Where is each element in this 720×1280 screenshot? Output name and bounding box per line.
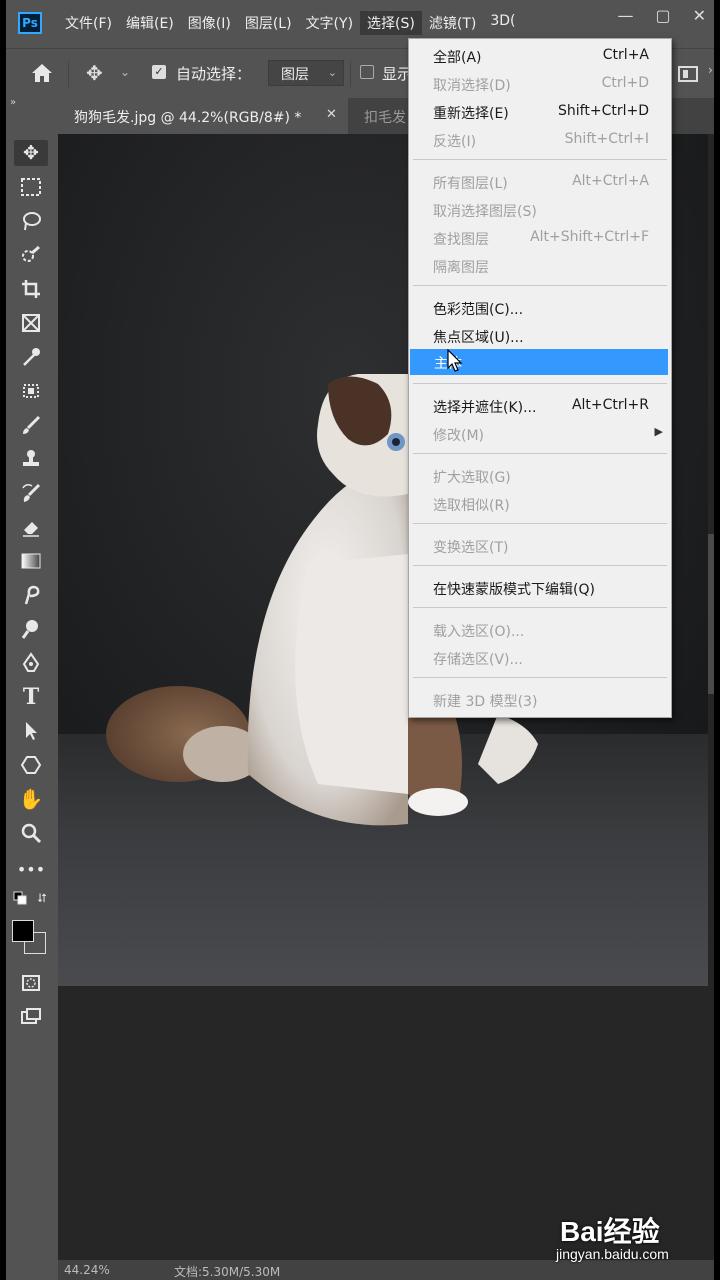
- menu-file[interactable]: 文件(F): [58, 11, 119, 35]
- document-size: 文档:5.30M/5.30M: [174, 1265, 281, 1279]
- divider: [350, 61, 351, 87]
- move-tool-icon[interactable]: ✥: [86, 61, 103, 85]
- close-button[interactable]: ✕: [693, 6, 706, 25]
- dodge-tool-icon[interactable]: [18, 616, 44, 642]
- menu-item-reselect[interactable]: 重新选择(E) Shift+Ctrl+D: [409, 99, 671, 125]
- menu-item-focus-area[interactable]: 焦点区域(U)...: [409, 323, 671, 349]
- menu-separator: [413, 285, 667, 286]
- baidu-jingyan-watermark: Bai经验 jingyan.baidu.com: [554, 1198, 714, 1268]
- vertical-scrollbar[interactable]: [708, 534, 714, 694]
- menu-edit[interactable]: 编辑(E): [119, 11, 181, 35]
- menu-item-find-layers[interactable]: 查找图层 Alt+Shift+Ctrl+F: [409, 225, 671, 251]
- auto-select-target-dropdown[interactable]: 图层 ⌄: [268, 60, 344, 86]
- pen-tool-icon[interactable]: [18, 650, 44, 676]
- collapse-panel-icon[interactable]: »: [10, 97, 16, 108]
- more-icon[interactable]: ›: [708, 63, 713, 77]
- close-icon[interactable]: ✕: [326, 107, 337, 122]
- watermark-logo: Bai经验: [560, 1216, 660, 1247]
- menu-item-color-range[interactable]: 色彩范围(C)...: [409, 295, 671, 321]
- quick-mask-icon[interactable]: [18, 970, 44, 996]
- menu-item-quick-mask[interactable]: 在快速蒙版模式下编辑(Q): [409, 575, 671, 601]
- default-colors-icon[interactable]: [12, 890, 28, 906]
- menu-item-all-layers[interactable]: 所有图层(L) Alt+Ctrl+A: [409, 169, 671, 195]
- menu-separator: [413, 383, 667, 384]
- photoshop-window: Ps 文件(F) 编辑(E) 图像(I) 图层(L) 文字(Y) 选择(S) 滤…: [6, 0, 714, 1280]
- menu-item-new-3d-model[interactable]: 新建 3D 模型(3): [409, 687, 671, 713]
- menu-select[interactable]: 选择(S): [360, 11, 422, 35]
- auto-select-checkbox[interactable]: ✓: [152, 65, 166, 79]
- mouse-cursor-icon: [447, 349, 463, 372]
- type-tool-icon[interactable]: T: [18, 684, 44, 710]
- path-selection-tool-icon[interactable]: [18, 718, 44, 744]
- menu-separator: [413, 565, 667, 566]
- menu-type[interactable]: 文字(Y): [299, 11, 360, 35]
- submenu-arrow-icon: ▶: [654, 425, 663, 438]
- menu-item-inverse[interactable]: 反选(I) Shift+Ctrl+I: [409, 127, 671, 153]
- menu-item-save-selection[interactable]: 存储选区(V)...: [409, 645, 671, 671]
- maximize-button[interactable]: ▢: [655, 6, 670, 25]
- menu-separator: [413, 523, 667, 524]
- zoom-level[interactable]: 44.24%: [64, 1263, 110, 1277]
- menu-3d[interactable]: 3D(: [483, 11, 522, 35]
- menu-separator: [413, 159, 667, 160]
- hand-tool-icon[interactable]: ✋: [18, 786, 44, 812]
- tab-label: 扣毛发: [364, 110, 406, 126]
- menu-filter[interactable]: 滤镜(T): [422, 11, 483, 35]
- clone-stamp-tool-icon[interactable]: [18, 446, 44, 472]
- quick-selection-tool-icon[interactable]: [18, 242, 44, 268]
- menu-item-select-and-mask[interactable]: 选择并遮住(K)... Alt+Ctrl+R: [409, 393, 671, 419]
- marquee-tool-icon[interactable]: [18, 174, 44, 200]
- divider: [68, 61, 69, 87]
- tools-panel: ✥ T ✋ ••• ⮃: [6, 134, 58, 1280]
- panel-layout-icon[interactable]: [678, 66, 698, 82]
- select-menu-dropdown: 全部(A) Ctrl+A 取消选择(D) Ctrl+D 重新选择(E) Shift+C…: [408, 38, 672, 718]
- home-icon[interactable]: [30, 62, 54, 84]
- tab-document-active[interactable]: 狗狗毛发.jpg @ 44.2%(RGB/8#) * ✕: [58, 98, 348, 134]
- chevron-down-icon[interactable]: ⌄: [120, 65, 130, 79]
- foreground-color-swatch[interactable]: [12, 920, 34, 942]
- eyedropper-tool-icon[interactable]: [18, 344, 44, 370]
- smudge-tool-icon[interactable]: [18, 582, 44, 608]
- move-tool-icon[interactable]: ✥: [14, 140, 48, 166]
- history-brush-tool-icon[interactable]: [18, 480, 44, 506]
- menu-image[interactable]: 图像(I): [181, 11, 238, 35]
- menu-separator: [413, 677, 667, 678]
- healing-brush-tool-icon[interactable]: [18, 378, 44, 404]
- chevron-down-icon: ⌄: [327, 66, 337, 79]
- menu-separator: [413, 453, 667, 454]
- screen-mode-icon[interactable]: [18, 1004, 44, 1030]
- lasso-tool-icon[interactable]: [18, 208, 44, 234]
- photoshop-logo-icon: Ps: [18, 12, 42, 34]
- shape-tool-icon[interactable]: [18, 752, 44, 778]
- auto-select-target-value: 图层: [281, 67, 309, 83]
- menu-item-all[interactable]: 全部(A) Ctrl+A: [409, 43, 671, 69]
- swap-colors-icon[interactable]: ⮃: [34, 890, 50, 906]
- menu-item-similar[interactable]: 选取相似(R): [409, 491, 671, 517]
- menu-item-load-selection[interactable]: 载入选区(O)...: [409, 617, 671, 643]
- frame-tool-icon[interactable]: [18, 310, 44, 336]
- more-tools-icon[interactable]: •••: [17, 856, 45, 882]
- eraser-tool-icon[interactable]: [18, 514, 44, 540]
- menu-item-transform-selection[interactable]: 变换选区(T): [409, 533, 671, 559]
- menu-layer[interactable]: 图层(L): [238, 11, 299, 35]
- tab-label: 狗狗毛发.jpg @ 44.2%(RGB/8#) *: [74, 110, 302, 126]
- watermark-url: jingyan.baidu.com: [556, 1246, 669, 1262]
- minimize-button[interactable]: —: [617, 6, 633, 25]
- menu-item-grow[interactable]: 扩大选取(G): [409, 463, 671, 489]
- menu-item-isolate-layers[interactable]: 隔离图层: [409, 253, 671, 279]
- zoom-tool-icon[interactable]: [18, 820, 44, 846]
- menu-item-modify[interactable]: 修改(M) ▶: [409, 421, 671, 447]
- menu-separator: [413, 607, 667, 608]
- menu-item-deselect[interactable]: 取消选择(D) Ctrl+D: [409, 71, 671, 97]
- gradient-tool-icon[interactable]: [18, 548, 44, 574]
- show-transform-checkbox[interactable]: [360, 65, 374, 79]
- menu-item-deselect-layers[interactable]: 取消选择图层(S): [409, 197, 671, 223]
- brush-tool-icon[interactable]: [18, 412, 44, 438]
- crop-tool-icon[interactable]: [18, 276, 44, 302]
- auto-select-label: 自动选择：: [176, 65, 252, 83]
